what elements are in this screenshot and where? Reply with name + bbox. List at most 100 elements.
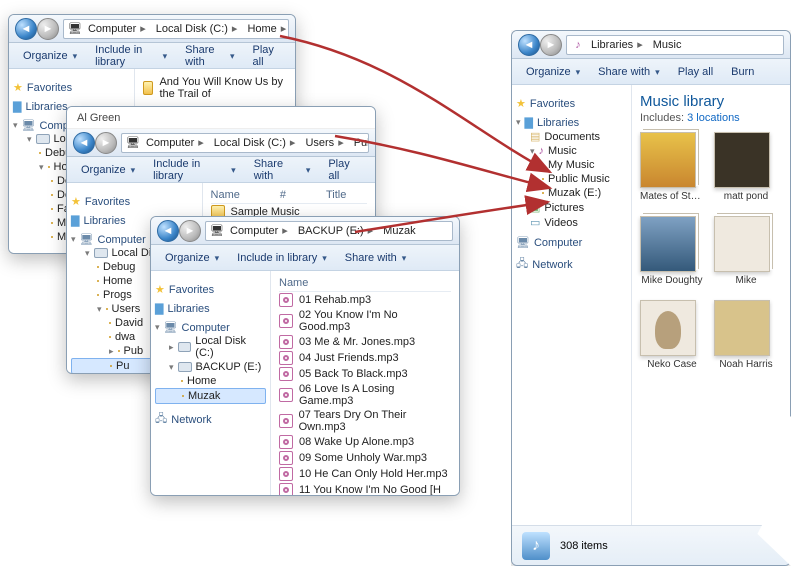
list-item[interactable]: 04 Just Friends.mp3 — [279, 350, 451, 366]
crumb[interactable]: Local Disk (C:) — [210, 136, 300, 149]
share-with-button[interactable]: Share with — [246, 156, 319, 184]
tree-item[interactable]: BACKUP (E:) — [155, 360, 266, 374]
list-item[interactable]: 11 You Know I'm No Good [H — [279, 482, 451, 495]
favorites-header[interactable]: Favorites — [27, 82, 72, 94]
tree-item-public-music[interactable]: Public Music — [516, 172, 627, 186]
nav-back-icon[interactable]: ◄ — [15, 18, 37, 40]
nav-forward-icon[interactable]: ► — [37, 18, 59, 40]
list-item[interactable]: 05 Back To Black.mp3 — [279, 366, 451, 382]
album-thumb[interactable]: Mike — [714, 216, 778, 286]
libraries-header[interactable]: Libraries — [83, 215, 125, 227]
breadcrumb[interactable]: 🖥 Computer Local Disk (C:) Users Public — [121, 133, 369, 153]
nav-forward-icon[interactable]: ► — [179, 220, 201, 242]
list-item[interactable]: 07 Tears Dry On Their Own.mp3 — [279, 408, 451, 434]
include-in-library-button[interactable]: Include in library — [87, 42, 175, 70]
tree-item-my-music[interactable]: My Music — [516, 158, 627, 172]
list-item[interactable]: 09 Some Unholy War.mp3 — [279, 450, 451, 466]
crumb[interactable]: Users — [301, 136, 347, 149]
audio-file-icon — [279, 435, 293, 449]
share-with-button[interactable]: Share with — [177, 42, 242, 70]
album-thumb[interactable]: Noah Harris — [714, 300, 778, 370]
crumb[interactable]: Public — [350, 137, 369, 149]
include-in-library-button[interactable]: Include in library — [229, 250, 335, 266]
tree-item-muzak-e[interactable]: Muzak (E:) — [516, 186, 627, 200]
favorites-header[interactable]: Favorites — [169, 284, 214, 296]
network-tree[interactable]: Network — [532, 259, 572, 271]
tree-item[interactable]: Local Disk (C:) — [155, 334, 266, 360]
list-item[interactable]: 06 Love Is A Losing Game.mp3 — [279, 382, 451, 408]
nav-back-icon[interactable]: ◄ — [157, 220, 179, 242]
col-name[interactable]: Name — [279, 277, 308, 289]
locations-link[interactable]: 3 locations — [687, 112, 740, 124]
organize-button[interactable]: Organize — [73, 162, 143, 178]
include-in-library-button[interactable]: Include in library — [145, 156, 244, 184]
navigation-pane[interactable]: ★Favorites ▇Libraries ▤Documents ♪Music … — [512, 85, 632, 525]
album-art-icon — [640, 132, 696, 188]
list-item[interactable]: 02 You Know I'm No Good.mp3 — [279, 308, 451, 334]
nav-forward-icon[interactable]: ► — [540, 34, 562, 56]
play-all-button[interactable]: Play all — [320, 156, 369, 184]
folder-icon — [106, 308, 108, 310]
breadcrumb[interactable]: 🖥 Computer BACKUP (E:) Muzak — [205, 221, 453, 241]
navigation-pane[interactable]: ★Favorites ▇Libraries 🖥Computer Local Di… — [151, 271, 271, 495]
tree-item[interactable]: ▤Documents — [516, 129, 627, 144]
crumb[interactable]: Computer — [142, 136, 208, 149]
explorer-window-muzak[interactable]: ◄ ► 🖥 Computer BACKUP (E:) Muzak Organiz… — [150, 216, 460, 496]
tree-item[interactable]: Home — [155, 374, 266, 388]
col-name[interactable]: Name — [211, 189, 240, 201]
libraries-header[interactable]: Libraries — [25, 101, 67, 113]
share-with-button[interactable]: Share with — [337, 250, 415, 266]
file-list[interactable]: Name 01 Rehab.mp302 You Know I'm No Good… — [271, 271, 459, 495]
list-item[interactable]: 01 Rehab.mp3 — [279, 292, 451, 308]
column-headers[interactable]: Name # Title — [211, 189, 367, 204]
album-thumb[interactable]: Mike Doughty — [640, 216, 704, 286]
computer-tree[interactable]: Computer — [182, 322, 230, 334]
network-tree[interactable]: Network — [171, 414, 211, 426]
crumb[interactable]: Computer — [226, 224, 292, 237]
tree-item[interactable]: ▣Pictures — [516, 200, 627, 215]
album-thumb[interactable]: Mates of State — [640, 132, 704, 202]
libraries-header[interactable]: Libraries — [167, 303, 209, 315]
nav-back-icon[interactable]: ◄ — [518, 34, 540, 56]
crumb[interactable]: BACKUP (E:) — [294, 224, 377, 237]
tree-item[interactable]: ▭Videos — [516, 215, 627, 230]
tree-item[interactable]: ♪Music — [516, 144, 627, 158]
organize-button[interactable]: Organize — [15, 48, 85, 64]
crumb[interactable]: Home — [243, 22, 289, 35]
share-with-button[interactable]: Share with — [590, 64, 668, 80]
organize-button[interactable]: Organize — [518, 64, 588, 80]
tree-item-selected[interactable]: Muzak — [155, 388, 266, 404]
list-item[interactable]: And You Will Know Us by the Trail of — [143, 75, 287, 101]
play-all-button[interactable]: Play all — [245, 42, 289, 70]
list-item[interactable]: 08 Wake Up Alone.mp3 — [279, 434, 451, 450]
breadcrumb[interactable]: ♪ Libraries Music — [566, 35, 784, 55]
favorites-header[interactable]: Favorites — [530, 98, 575, 110]
column-headers[interactable]: Name — [279, 277, 451, 292]
crumb[interactable]: Libraries — [587, 38, 647, 51]
crumb[interactable]: Local Disk (C:) — [152, 22, 242, 35]
list-item[interactable]: 03 Me & Mr. Jones.mp3 — [279, 334, 451, 350]
col-num[interactable]: # — [280, 189, 286, 201]
play-all-button[interactable]: Play all — [670, 64, 721, 80]
computer-tree[interactable]: Computer — [534, 237, 582, 249]
computer-tree[interactable]: Computer — [98, 234, 146, 246]
nav-forward-icon[interactable]: ► — [95, 132, 117, 154]
nav-back-icon[interactable]: ◄ — [73, 132, 95, 154]
crumb[interactable]: Computer — [84, 22, 150, 35]
favorites-header[interactable]: Favorites — [85, 196, 130, 208]
libraries-header[interactable]: Libraries — [537, 117, 579, 129]
breadcrumb[interactable]: 🖥 Computer Local Disk (C:) Home My Music — [63, 19, 289, 39]
album-thumb[interactable]: Neko Case — [640, 300, 704, 370]
audio-file-icon — [279, 414, 293, 428]
album-thumb[interactable]: matt pond — [714, 132, 778, 202]
favorites-icon: ★ — [516, 97, 526, 110]
organize-button[interactable]: Organize — [157, 250, 227, 266]
crumb[interactable]: Muzak — [379, 225, 423, 237]
explorer-window-music-library[interactable]: ◄ ► ♪ Libraries Music Organize Share wit… — [511, 30, 791, 566]
burn-button[interactable]: Burn — [723, 64, 762, 80]
col-title[interactable]: Title — [326, 189, 346, 201]
list-item[interactable]: 10 He Can Only Hold Her.mp3 — [279, 466, 451, 482]
crumb[interactable]: Music — [649, 39, 690, 51]
library-content[interactable]: Music library Includes: 3 locations Mate… — [632, 85, 790, 525]
folder-icon — [109, 322, 111, 324]
